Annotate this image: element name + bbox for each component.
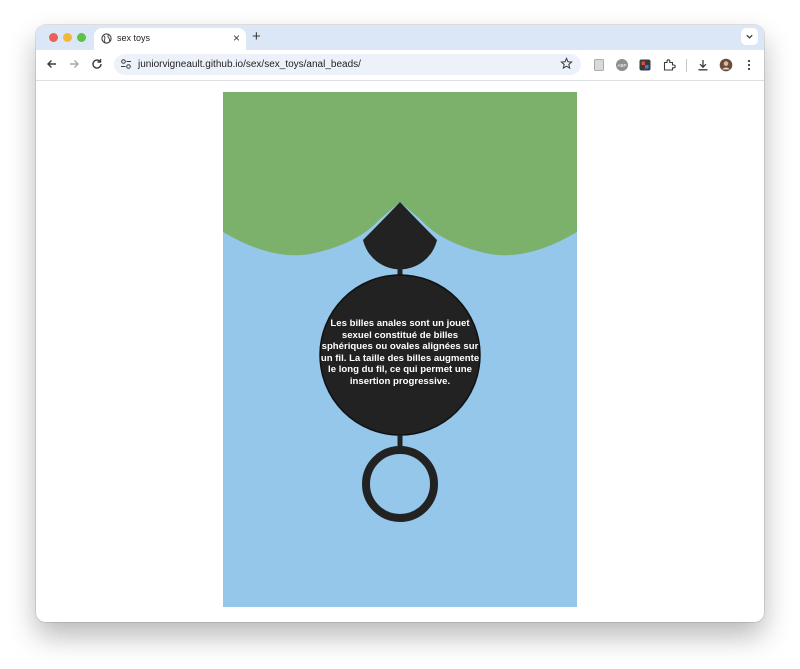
reload-icon[interactable] [89, 56, 105, 72]
page-content: Les billes anales sont un jouet sexuel c… [36, 81, 764, 622]
browser-window: sex toys × + juniorvigneault.github.io/s… [36, 25, 764, 622]
toolbar-divider [686, 59, 687, 72]
minimize-window-button[interactable] [63, 33, 72, 42]
back-icon[interactable] [44, 56, 60, 72]
address-bar[interactable]: juniorvigneault.github.io/sex/sex_toys/a… [114, 54, 581, 75]
bookmark-star-icon[interactable] [560, 57, 573, 70]
site-settings-icon[interactable] [120, 58, 132, 70]
new-tab-button[interactable]: + [252, 28, 261, 46]
tab-bar: sex toys × + [36, 25, 764, 50]
close-tab-icon[interactable]: × [233, 31, 240, 45]
tab-active[interactable]: sex toys × [94, 28, 246, 50]
bead-description: Les billes anales sont un jouet sexuel c… [320, 318, 480, 387]
maximize-window-button[interactable] [77, 33, 86, 42]
color-extension-icon[interactable] [638, 58, 652, 72]
svg-text:ABP: ABP [617, 63, 626, 68]
chevron-down-icon [746, 34, 753, 39]
reading-mode-icon[interactable] [592, 58, 606, 72]
toolbar: juniorvigneault.github.io/sex/sex_toys/a… [36, 50, 764, 81]
adblock-extension-icon[interactable]: ABP [615, 58, 629, 72]
download-icon[interactable] [696, 58, 710, 72]
forward-icon[interactable] [66, 56, 82, 72]
close-window-button[interactable] [49, 33, 58, 42]
globe-icon [101, 33, 112, 44]
url-text: juniorvigneault.github.io/sex/sex_toys/a… [138, 59, 361, 70]
tab-search-button[interactable] [741, 28, 758, 45]
extensions-puzzle-icon[interactable] [662, 58, 676, 72]
menu-dots-icon[interactable] [742, 58, 756, 72]
profile-avatar[interactable] [719, 58, 733, 72]
tab-title: sex toys [117, 33, 151, 43]
anal-beads-poster: Les billes anales sont un jouet sexuel c… [223, 92, 577, 607]
